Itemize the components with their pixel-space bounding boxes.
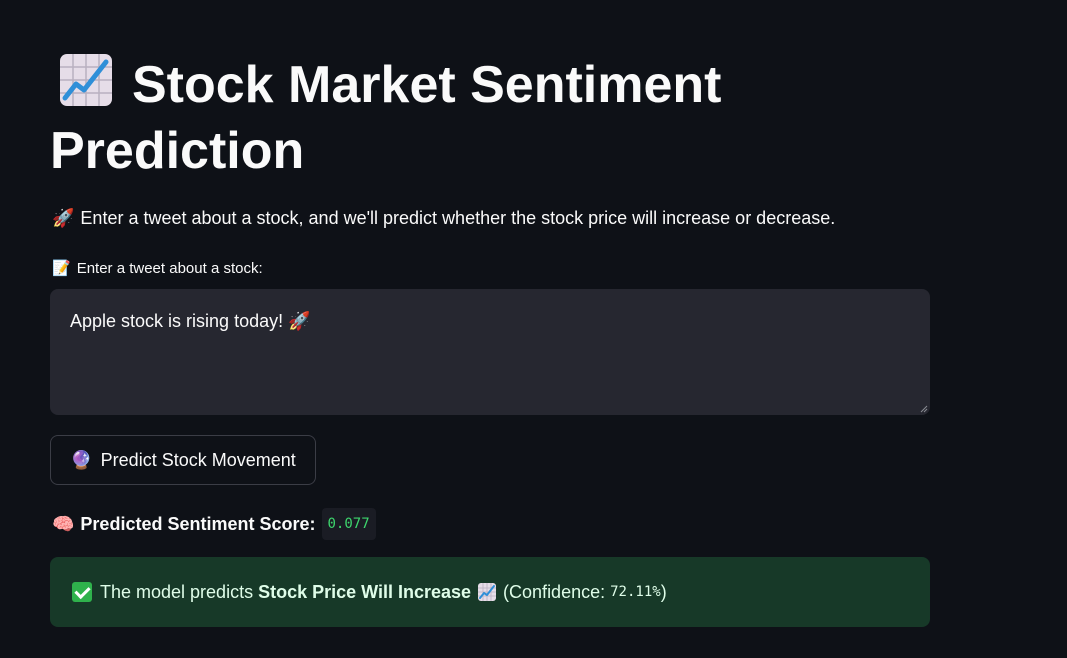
memo-icon: 📝 (52, 260, 71, 277)
resize-handle-icon[interactable] (920, 405, 928, 413)
subtitle-text: Enter a tweet about a stock, and we'll p… (80, 208, 836, 228)
confidence-label: (Confidence: (503, 581, 606, 602)
prediction-result-alert: The model predicts Stock Price Will Incr… (50, 557, 930, 627)
sentiment-score-label: Predicted Sentiment Score: (80, 514, 316, 534)
sentiment-score-line: 🧠 Predicted Sentiment Score: 0.077 (52, 508, 376, 540)
chart-increasing-icon (60, 54, 112, 106)
brain-icon: 🧠 (52, 514, 75, 534)
tweet-input-label-text: Enter a tweet about a stock: (76, 260, 263, 277)
predict-stock-movement-button[interactable]: 🔮 Predict Stock Movement (50, 435, 316, 485)
tweet-input[interactable]: Apple stock is rising today! 🚀 (50, 289, 930, 415)
page-title-text: Stock Market Sentiment Prediction (50, 56, 722, 180)
rocket-icon: 🚀 (52, 208, 75, 228)
page-subtitle: 🚀 Enter a tweet about a stock, and we'll … (52, 204, 835, 232)
sentiment-score-value: 0.077 (321, 508, 376, 540)
result-prediction: Stock Price Will Increase (258, 581, 472, 602)
chart-increasing-icon (478, 583, 497, 601)
result-prefix: The model predicts (100, 581, 254, 602)
confidence-suffix: ) (660, 581, 667, 602)
page-title: Stock Market Sentiment Prediction (50, 52, 810, 184)
predict-button-label: Predict Stock Movement (100, 449, 296, 470)
crystal-ball-icon: 🔮 (70, 449, 93, 470)
tweet-input-label: 📝 Enter a tweet about a stock: (52, 258, 263, 280)
check-mark-icon (72, 582, 92, 602)
tweet-input-value[interactable]: Apple stock is rising today! 🚀 (70, 311, 311, 331)
confidence-value: 72.11% (610, 584, 661, 600)
